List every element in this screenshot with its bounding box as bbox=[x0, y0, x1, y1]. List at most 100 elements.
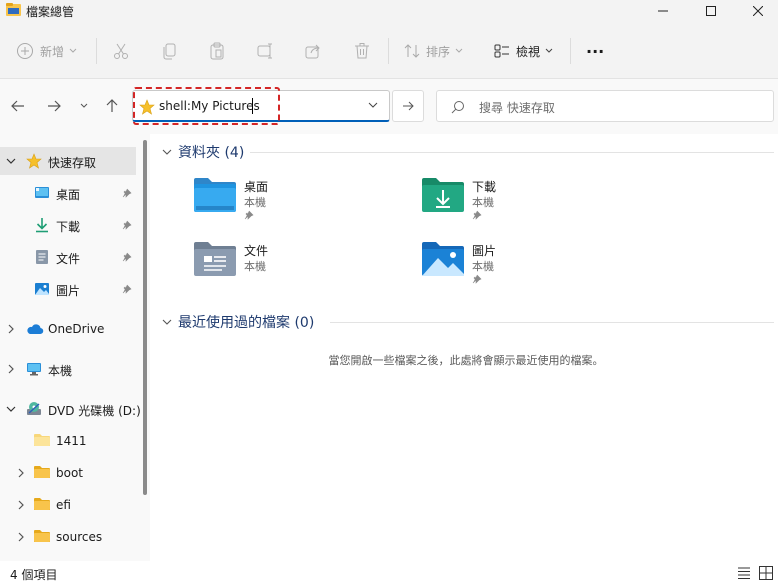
sidebar-item-folder-sources[interactable]: sources bbox=[0, 523, 136, 551]
sidebar-item-label: DVD 光碟機 (D:) bbox=[48, 404, 141, 418]
sidebar-item-label: 1411 bbox=[56, 434, 87, 448]
pin-icon bbox=[122, 220, 132, 230]
maximize-button[interactable] bbox=[688, 0, 734, 22]
recent-files-group-title: 最近使用過的檔案 (0) bbox=[178, 315, 315, 331]
copy-icon bbox=[163, 43, 176, 60]
toolbar-divider bbox=[388, 38, 389, 64]
folders-group-header[interactable]: 資料夾 (4) bbox=[162, 141, 244, 163]
search-icon bbox=[451, 101, 464, 114]
view-button[interactable]: 檢視 bbox=[494, 36, 553, 66]
folder-location: 本機 bbox=[472, 196, 494, 209]
computer-icon bbox=[27, 363, 41, 376]
share-button[interactable] bbox=[304, 36, 322, 66]
sidebar-item-folder-boot[interactable]: boot bbox=[0, 459, 136, 487]
recent-locations-button[interactable] bbox=[73, 95, 95, 117]
star-icon bbox=[26, 153, 42, 169]
folder-location: 本機 bbox=[472, 260, 494, 273]
chevron-down-icon[interactable] bbox=[6, 156, 16, 166]
plus-circle-icon bbox=[17, 43, 33, 59]
folder-name: 圖片 bbox=[472, 244, 497, 258]
minimize-button[interactable] bbox=[640, 0, 686, 22]
folder-tile-pictures[interactable]: 圖片 本機 bbox=[420, 240, 640, 300]
pin-icon bbox=[472, 210, 482, 220]
sidebar-item-label: sources bbox=[56, 530, 103, 544]
search-box[interactable]: 搜尋 快速存取 bbox=[436, 90, 774, 122]
sidebar-item-onedrive[interactable]: OneDrive bbox=[0, 315, 136, 343]
folder-icon bbox=[34, 498, 50, 510]
chevron-down-icon bbox=[455, 48, 463, 53]
pictures-icon bbox=[35, 283, 49, 295]
rename-button[interactable] bbox=[256, 36, 274, 66]
toolbar-divider bbox=[96, 38, 97, 64]
recent-files-group-header[interactable]: 最近使用過的檔案 (0) bbox=[162, 311, 314, 333]
tiles-view-icon[interactable] bbox=[758, 565, 774, 581]
paste-button[interactable] bbox=[208, 36, 226, 66]
cut-button[interactable] bbox=[112, 36, 130, 66]
dvd-icon bbox=[27, 402, 41, 415]
sidebar-item-downloads[interactable]: 下載 bbox=[0, 211, 136, 239]
minimize-icon bbox=[658, 10, 668, 12]
sidebar-item-label: 快速存取 bbox=[48, 156, 97, 170]
pin-icon bbox=[472, 274, 482, 284]
pin-icon bbox=[244, 210, 254, 220]
sidebar-item-folder-efi[interactable]: efi bbox=[0, 491, 136, 519]
scissors-icon bbox=[114, 43, 128, 59]
up-button[interactable] bbox=[101, 95, 123, 117]
sidebar-item-quick-access[interactable]: 快速存取 bbox=[0, 147, 136, 175]
sort-button[interactable]: 排序 bbox=[404, 36, 463, 66]
group-divider bbox=[330, 322, 774, 323]
trash-icon bbox=[355, 43, 369, 59]
group-divider bbox=[250, 152, 774, 153]
arrow-right-icon bbox=[403, 101, 414, 111]
folder-icon bbox=[34, 466, 50, 478]
sidebar-item-this-pc[interactable]: 本機 bbox=[0, 355, 136, 383]
details-view-icon[interactable] bbox=[736, 565, 752, 581]
folder-icon bbox=[34, 434, 50, 446]
sidebar-item-dvd-drive[interactable]: DVD 光碟機 (D:) bbox=[0, 395, 141, 423]
sidebar-scrollbar[interactable] bbox=[143, 140, 147, 495]
sort-icon bbox=[404, 44, 420, 58]
folders-group-title: 資料夾 (4) bbox=[178, 145, 245, 161]
chevron-down-icon bbox=[80, 103, 88, 108]
chevron-right-icon[interactable] bbox=[16, 532, 26, 542]
delete-button[interactable] bbox=[353, 36, 371, 66]
documents-icon bbox=[36, 250, 48, 264]
share-icon bbox=[305, 44, 320, 59]
new-button[interactable]: 新增 bbox=[16, 36, 77, 66]
more-options-button[interactable]: ··· bbox=[586, 36, 604, 66]
desktop-folder-icon bbox=[194, 178, 236, 212]
go-button[interactable] bbox=[392, 90, 424, 122]
close-icon bbox=[753, 6, 763, 16]
chevron-right-icon[interactable] bbox=[16, 500, 26, 510]
desktop-icon bbox=[35, 187, 49, 198]
item-count: 4 個項目 bbox=[10, 568, 58, 582]
chevron-right-icon[interactable] bbox=[16, 468, 26, 478]
sort-label: 排序 bbox=[426, 44, 451, 59]
folder-tile-desktop[interactable]: 桌面 本機 bbox=[192, 176, 412, 236]
sidebar-item-label: 圖片 bbox=[56, 284, 81, 298]
empty-recent-message: 當您開啟一些檔案之後，此處將會顯示最近使用的檔案。 bbox=[328, 354, 604, 367]
close-button[interactable] bbox=[735, 0, 778, 22]
chevron-right-icon[interactable] bbox=[6, 324, 16, 334]
folder-tile-downloads[interactable]: 下載 本機 bbox=[420, 176, 640, 236]
sidebar-item-label: OneDrive bbox=[48, 322, 105, 336]
sidebar-item-folder-1411[interactable]: 1411 bbox=[0, 427, 136, 455]
sidebar-item-desktop[interactable]: 桌面 bbox=[0, 179, 136, 207]
folder-name: 文件 bbox=[244, 244, 269, 258]
search-placeholder: 搜尋 快速存取 bbox=[479, 101, 555, 115]
back-button[interactable] bbox=[7, 95, 29, 117]
forward-button[interactable] bbox=[43, 95, 65, 117]
chevron-down-icon bbox=[162, 319, 172, 325]
folder-name: 下載 bbox=[472, 180, 497, 194]
sidebar-item-pictures[interactable]: 圖片 bbox=[0, 275, 136, 303]
arrow-left-icon bbox=[11, 100, 24, 112]
sidebar-item-label: efi bbox=[56, 498, 71, 512]
folder-tile-documents[interactable]: 文件 本機 bbox=[192, 240, 412, 300]
sidebar-item-documents[interactable]: 文件 bbox=[0, 243, 136, 271]
folder-icon bbox=[34, 530, 50, 542]
copy-button[interactable] bbox=[161, 36, 179, 66]
chevron-right-icon[interactable] bbox=[6, 364, 16, 374]
chevron-down-icon[interactable] bbox=[6, 404, 16, 414]
folder-location: 本機 bbox=[244, 196, 266, 209]
chevron-down-icon[interactable] bbox=[367, 99, 379, 111]
